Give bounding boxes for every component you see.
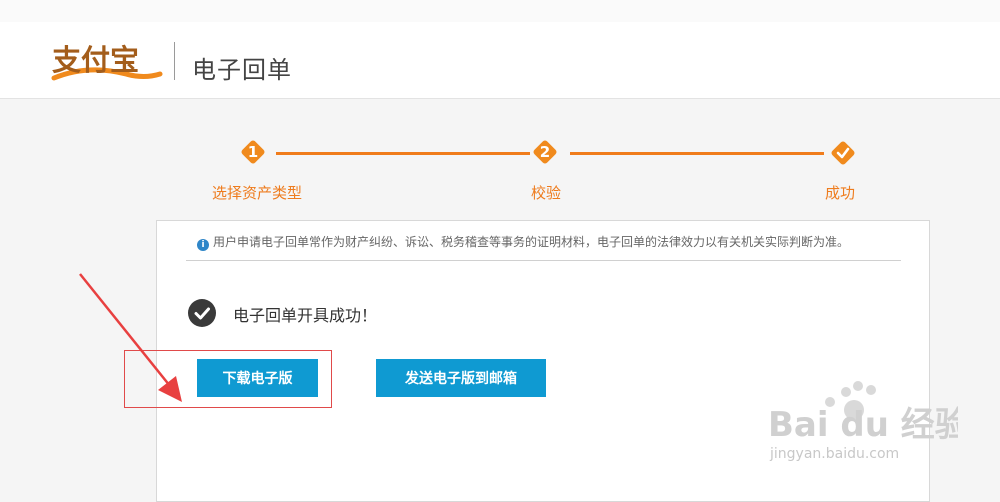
step-2-badge: 2 [532, 139, 558, 165]
page-title: 电子回单 [192, 56, 292, 84]
header: 支付宝 电子回单 [0, 22, 1000, 99]
step-3-label: 成功 [825, 184, 856, 202]
watermark-url: jingyan.baidu.com [770, 446, 900, 462]
notice-divider [186, 260, 901, 261]
svg-text:Bai du 经验: Bai du 经验 [768, 405, 958, 445]
step-1-badge: 1 [240, 139, 266, 165]
alipay-logo[interactable]: 支付宝 [48, 38, 166, 86]
logo-divider [174, 42, 175, 80]
step-1-label: 选择资产类型 [212, 184, 303, 202]
notice-text: 用户申请电子回单常作为财产纠纷、诉讼、税务稽查等事务的证明材料，电子回单的法律效… [213, 235, 850, 249]
success-message: 电子回单开具成功！ [233, 306, 378, 325]
step-connector-1 [276, 152, 530, 155]
info-icon: i [197, 239, 209, 251]
step-2-label: 校验 [531, 184, 562, 202]
notice: i 用户申请电子回单常作为财产纠纷、诉讼、税务稽查等事务的证明材料，电子回单的法律… [197, 233, 849, 251]
step-connector-2 [570, 152, 824, 155]
annotation-arrow [79, 273, 182, 402]
send-email-button[interactable]: 发送电子版到邮箱 [376, 359, 546, 397]
svg-text:支付宝: 支付宝 [52, 43, 139, 77]
step-3-check-icon [830, 140, 856, 166]
top-strip [0, 0, 1000, 23]
